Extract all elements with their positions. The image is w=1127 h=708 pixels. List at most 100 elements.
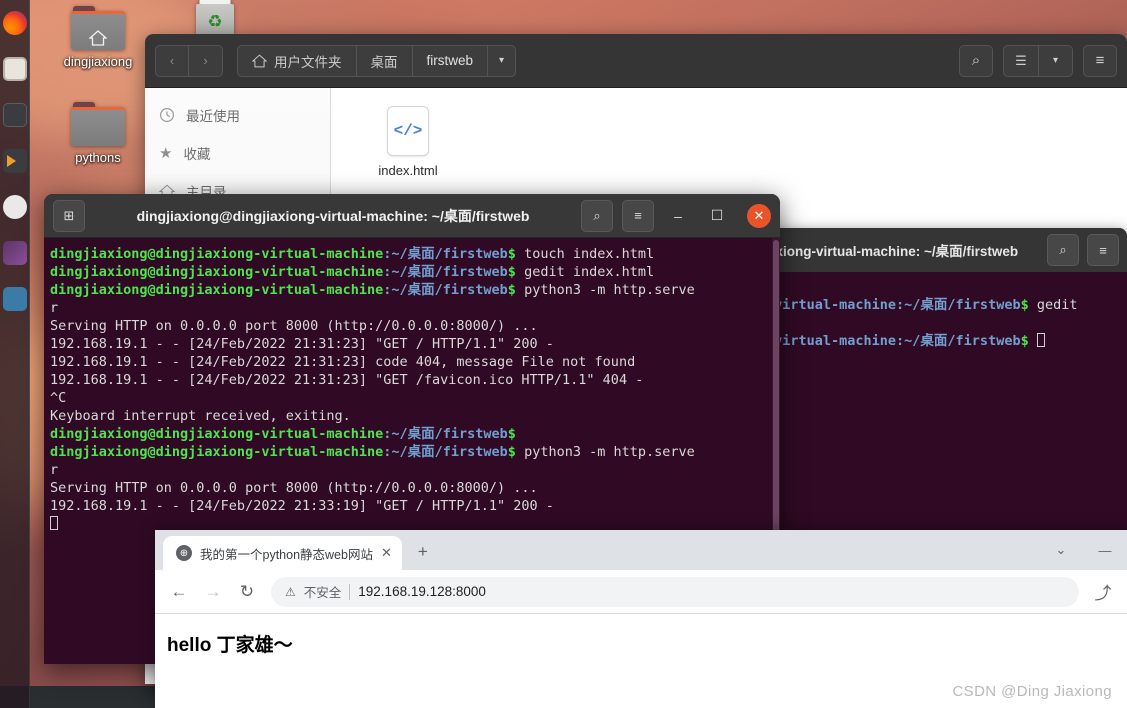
terminal-cursor	[50, 516, 58, 530]
sidebar-item-label: 最近使用	[186, 109, 240, 124]
desktop-icon-dingjiaxiong[interactable]: dingjiaxiong	[50, 6, 146, 69]
prompt-user: dingjiaxiong@dingjiaxiong-virtual-machin…	[50, 246, 384, 262]
search-icon[interactable]: ⌕	[1047, 234, 1079, 266]
chevron-down-icon[interactable]: ▾	[488, 44, 517, 77]
terminal-line: -virtual-machine:~/桌面/firstweb$	[766, 332, 1121, 350]
terminal-scrollbar-thumb[interactable]	[773, 240, 779, 540]
search-icon[interactable]: ⌕	[959, 44, 993, 77]
terminal-cursor	[1036, 333, 1045, 347]
dock-item-help[interactable]	[0, 276, 30, 322]
sidebar-item-starred[interactable]: ★ 收藏	[145, 134, 330, 172]
breadcrumb-item-firstweb[interactable]: firstweb	[412, 44, 489, 77]
file-item-index-html[interactable]: </> index.html	[359, 106, 457, 178]
firefox-icon	[3, 11, 27, 35]
terminal-line: dingjiaxiong@dingjiaxiong-virtual-machin…	[50, 443, 772, 461]
desktop-icon-label: pythons	[75, 150, 121, 165]
terminal-command: gedit	[1036, 297, 1078, 313]
terminal-main-headerbar: ⊞ dingjiaxiong@dingjiaxiong-virtual-mach…	[44, 194, 780, 238]
terminal-line: dingjiaxiong@dingjiaxiong-virtual-machin…	[50, 425, 772, 443]
browser-toolbar[interactable]: ← → ↻ ⚠ 不安全 192.168.19.128:8000 ⤴	[155, 570, 1127, 614]
breadcrumb-item-home[interactable]: 用户文件夹	[237, 44, 357, 77]
sidebar-item-recent[interactable]: 最近使用	[145, 96, 330, 134]
new-tab-icon[interactable]: ⊞	[53, 199, 85, 232]
terminal-output-line: 192.168.19.1 - - [24/Feb/2022 21:31:23] …	[50, 354, 636, 370]
terminal-output-line: 192.168.19.1 - - [24/Feb/2022 21:33:19] …	[50, 498, 554, 514]
prompt-user: dingjiaxiong@dingjiaxiong-virtual-machin…	[50, 264, 384, 280]
minimize-button[interactable]: –	[663, 201, 693, 231]
terminal-main-title: dingjiaxiong@dingjiaxiong-virtual-machin…	[136, 207, 530, 224]
desktop-icon-label: dingjiaxiong	[63, 54, 133, 69]
list-view-icon[interactable]: ☰	[1003, 44, 1039, 77]
terminal-icon	[3, 103, 27, 127]
back-button[interactable]: ←	[163, 576, 195, 608]
terminal-command: python3 -m http.serve	[524, 282, 695, 298]
browser-window[interactable]: ⊕ 我的第一个python静态web网站 ✕ + ⌄ — ← → ↻ ⚠ 不安全…	[155, 530, 1127, 708]
view-chevron-down-icon[interactable]: ▾	[1039, 44, 1073, 77]
dock-item-terminal[interactable]	[0, 92, 30, 138]
globe-favicon-icon: ⊕	[176, 545, 192, 561]
prompt-user: dingjiaxiong@dingjiaxiong-virtual-machin…	[50, 282, 384, 298]
dock-item-files[interactable]	[0, 46, 30, 92]
file-item-label: index.html	[378, 163, 438, 178]
chevron-down-icon[interactable]: ⌄	[1039, 536, 1083, 564]
breadcrumb[interactable]: 用户文件夹 桌面 firstweb ▾	[237, 44, 517, 77]
prompt-user: dingjiaxiong@dingjiaxiong-virtual-machin…	[50, 444, 384, 460]
warning-icon: ⚠	[285, 584, 296, 599]
new-tab-button[interactable]: +	[412, 541, 434, 563]
hamburger-menu-icon[interactable]: ≡	[622, 199, 654, 232]
forward-button[interactable]: →	[197, 576, 229, 608]
terminal-secondary-output[interactable]: -virtual-machine:~/桌面/firstweb$ gedit -v…	[760, 272, 1127, 386]
browser-tabstrip[interactable]: ⊕ 我的第一个python静态web网站 ✕ + ⌄ —	[155, 530, 1127, 570]
ubuntu-dock[interactable]	[0, 0, 30, 708]
html-file-icon: </>	[387, 106, 429, 156]
terminal-command: python3 -m http.serve	[524, 444, 695, 460]
terminal-output-line: r	[50, 300, 59, 316]
nav-button-group[interactable]: ‹ ›	[155, 44, 223, 77]
dock-item-code-editor[interactable]	[0, 138, 30, 184]
star-icon: ★	[159, 145, 173, 162]
maximize-button[interactable]: ☐	[702, 201, 732, 231]
prompt-sigil: $	[507, 246, 525, 262]
dock-item-firefox[interactable]	[0, 0, 30, 46]
clock-icon	[159, 107, 175, 123]
reload-button[interactable]: ↻	[231, 576, 263, 608]
close-icon[interactable]: ✕	[747, 203, 771, 228]
file-manager-headerbar: ‹ › 用户文件夹 桌面 firstweb ▾ ⌕ ☰ ▾ ≡	[145, 34, 1127, 88]
address-bar[interactable]: ⚠ 不安全 192.168.19.128:8000	[271, 576, 1079, 607]
view-mode-group[interactable]: ☰ ▾	[1003, 44, 1073, 77]
terminal-output-line: ^C	[50, 390, 67, 406]
prompt-sigil: $	[507, 444, 525, 460]
breadcrumb-label: 用户文件夹	[274, 54, 342, 70]
desktop-icon-pythons[interactable]: pythons	[50, 102, 146, 165]
browser-tab-title: 我的第一个python静态web网站	[200, 547, 373, 562]
terminal-window-secondary[interactable]: axiong-virtual-machine: ~/桌面/firstweb ⌕ …	[760, 228, 1127, 548]
back-button[interactable]: ‹	[155, 44, 189, 77]
minimize-button[interactable]: —	[1083, 536, 1127, 564]
terminal-line: dingjiaxiong@dingjiaxiong-virtual-machin…	[50, 281, 772, 299]
terminal-line: dingjiaxiong@dingjiaxiong-virtual-machin…	[50, 245, 772, 263]
dock-item-disc[interactable]	[0, 184, 30, 230]
dock-item-software-store[interactable]	[0, 230, 30, 276]
close-icon[interactable]: ✕	[381, 545, 392, 561]
security-status-label: 不安全	[303, 586, 342, 600]
code-editor-icon	[3, 149, 27, 173]
breadcrumb-item-desktop[interactable]: 桌面	[356, 44, 413, 77]
sidebar-item-label: 收藏	[183, 147, 211, 162]
terminal-secondary-title: axiong-virtual-machine: ~/桌面/firstweb	[768, 244, 1019, 259]
browser-window-controls[interactable]: ⌄ —	[1039, 536, 1127, 564]
hamburger-menu-icon[interactable]: ≡	[1087, 234, 1119, 266]
prompt-path: -virtual-machine:~/桌面/firstweb	[766, 333, 1021, 349]
share-icon[interactable]: ⤴	[1087, 576, 1119, 608]
prompt-path: :~/桌面/firstweb	[383, 246, 508, 262]
software-store-icon	[3, 241, 27, 265]
prompt-path: :~/桌面/firstweb	[383, 264, 508, 280]
browser-tab-active[interactable]: ⊕ 我的第一个python静态web网站 ✕	[163, 536, 402, 570]
forward-button[interactable]: ›	[189, 44, 223, 77]
terminal-output-line: Serving HTTP on 0.0.0.0 port 8000 (http:…	[50, 480, 538, 496]
hamburger-menu-icon[interactable]: ≡	[1083, 44, 1117, 77]
url-text: 192.168.19.128:8000	[358, 584, 486, 599]
search-icon[interactable]: ⌕	[581, 199, 613, 232]
divider	[349, 583, 351, 600]
prompt-sigil: $	[507, 264, 525, 280]
terminal-output-line: 192.168.19.1 - - [24/Feb/2022 21:31:23] …	[50, 372, 644, 388]
